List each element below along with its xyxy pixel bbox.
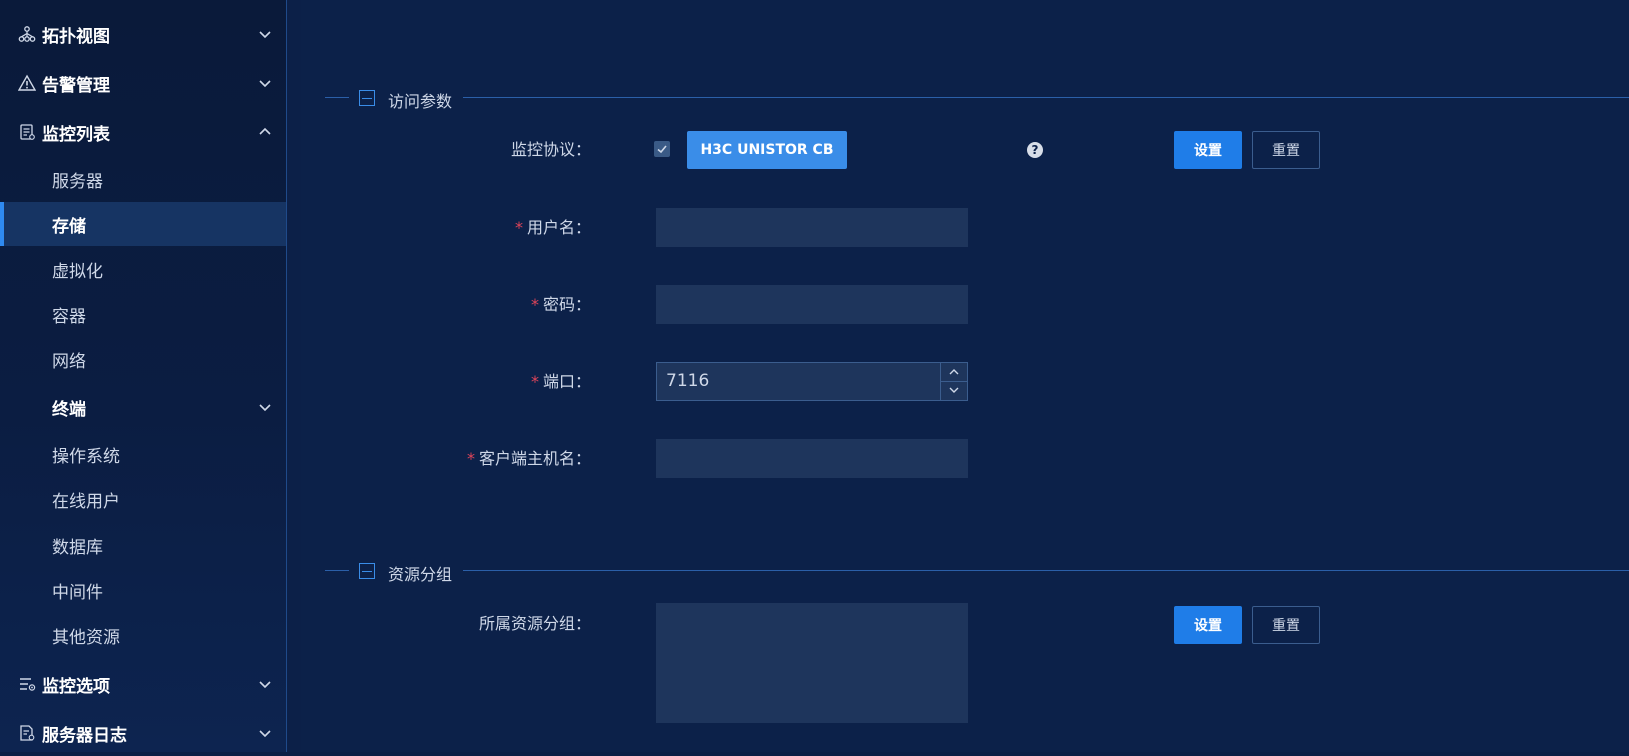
sidebar-item-label: 容器 xyxy=(52,306,86,327)
hostname-input[interactable] xyxy=(656,439,968,478)
sidebar-item-label: 中间件 xyxy=(52,582,103,603)
sidebar: 拓扑视图 告警管理 监控列表 服务器 存储 虚拟化 容器 网络 终端 操作系统 … xyxy=(0,0,287,752)
port-stepper[interactable]: 7116 xyxy=(656,362,968,401)
sidebar-item-network[interactable]: 网络 xyxy=(0,337,286,381)
nav-group-label: 监控列表 xyxy=(42,124,110,145)
stepper-controls xyxy=(940,363,967,400)
sidebar-item-database[interactable]: 数据库 xyxy=(0,523,286,567)
nav-group-label: 监控选项 xyxy=(42,676,110,697)
chevron-down-icon xyxy=(256,74,274,92)
nav-group-topology[interactable]: 拓扑视图 xyxy=(0,11,286,57)
collapse-toggle-icon[interactable] xyxy=(359,563,375,579)
options-icon xyxy=(18,675,36,693)
nav-group-alarm[interactable]: 告警管理 xyxy=(0,60,286,106)
sidebar-item-virtualization[interactable]: 虚拟化 xyxy=(0,247,286,291)
main-content: 访问参数 监控协议： H3C UNISTOR CB ? 设置 重置 * 用户名： … xyxy=(301,0,1629,752)
section-title-resource-group: 资源分组 xyxy=(388,565,453,584)
access-set-button[interactable]: 设置 xyxy=(1174,131,1242,169)
nav-group-server-log[interactable]: 服务器日志 xyxy=(0,710,286,756)
section-divider xyxy=(463,97,1629,98)
section-title-access: 访问参数 xyxy=(388,92,453,111)
resource-reset-button[interactable]: 重置 xyxy=(1252,606,1320,644)
sidebar-item-label: 操作系统 xyxy=(52,446,120,467)
sidebar-item-server[interactable]: 服务器 xyxy=(0,157,286,201)
password-label: * 密码： xyxy=(530,295,591,314)
stepper-up-icon[interactable] xyxy=(941,363,967,382)
sidebar-item-label: 存储 xyxy=(52,216,86,237)
sidebar-item-terminal[interactable]: 终端 xyxy=(0,385,286,429)
sidebar-item-label: 在线用户 xyxy=(52,491,120,512)
help-icon[interactable]: ? xyxy=(1027,142,1043,158)
protocol-button[interactable]: H3C UNISTOR CB xyxy=(687,131,847,169)
access-reset-button[interactable]: 重置 xyxy=(1252,131,1320,169)
sidebar-item-online-users[interactable]: 在线用户 xyxy=(0,477,286,521)
sidebar-item-label: 数据库 xyxy=(52,537,103,558)
list-icon xyxy=(18,123,36,141)
nav-group-monitor-options[interactable]: 监控选项 xyxy=(0,661,286,707)
port-label: * 端口： xyxy=(530,372,591,391)
nav-group-monitor-list[interactable]: 监控列表 xyxy=(0,109,286,155)
section-divider xyxy=(325,97,349,98)
log-icon xyxy=(18,724,36,742)
port-value: 7116 xyxy=(666,371,710,391)
sidebar-item-container[interactable]: 容器 xyxy=(0,292,286,336)
password-input[interactable] xyxy=(656,285,968,324)
nav-group-label: 服务器日志 xyxy=(42,725,127,746)
sidebar-item-middleware[interactable]: 中间件 xyxy=(0,568,286,612)
sidebar-item-label: 虚拟化 xyxy=(52,261,103,282)
resource-group-input[interactable] xyxy=(656,603,968,723)
hostname-label: * 客户端主机名： xyxy=(466,449,591,468)
chevron-up-icon xyxy=(256,123,274,141)
protocol-checkbox[interactable] xyxy=(654,141,670,157)
sidebar-item-os[interactable]: 操作系统 xyxy=(0,432,286,476)
resource-group-label: 所属资源分组： xyxy=(478,614,591,633)
username-label: * 用户名： xyxy=(514,218,591,237)
sidebar-item-other[interactable]: 其他资源 xyxy=(0,613,286,657)
sidebar-item-label: 其他资源 xyxy=(52,627,120,648)
sidebar-item-storage[interactable]: 存储 xyxy=(0,202,286,246)
chevron-down-icon xyxy=(256,675,274,693)
section-divider xyxy=(463,570,1629,571)
chevron-down-icon xyxy=(256,398,274,416)
topology-icon xyxy=(18,25,36,43)
sidebar-item-label: 网络 xyxy=(52,351,86,372)
sidebar-item-label: 服务器 xyxy=(52,171,103,192)
nav-group-label: 拓扑视图 xyxy=(42,26,110,47)
nav-group-label: 告警管理 xyxy=(42,75,110,96)
chevron-down-icon xyxy=(256,724,274,742)
check-icon xyxy=(657,145,667,154)
chevron-down-icon xyxy=(256,25,274,43)
collapse-toggle-icon[interactable] xyxy=(359,90,375,106)
resource-set-button[interactable]: 设置 xyxy=(1174,606,1242,644)
stepper-down-icon[interactable] xyxy=(941,381,967,399)
section-divider xyxy=(325,570,349,571)
sidebar-item-label: 终端 xyxy=(52,399,86,420)
protocol-label: 监控协议： xyxy=(510,140,591,159)
warning-icon xyxy=(18,74,36,92)
sidebar-gutter xyxy=(287,0,301,752)
username-input[interactable] xyxy=(656,208,968,247)
